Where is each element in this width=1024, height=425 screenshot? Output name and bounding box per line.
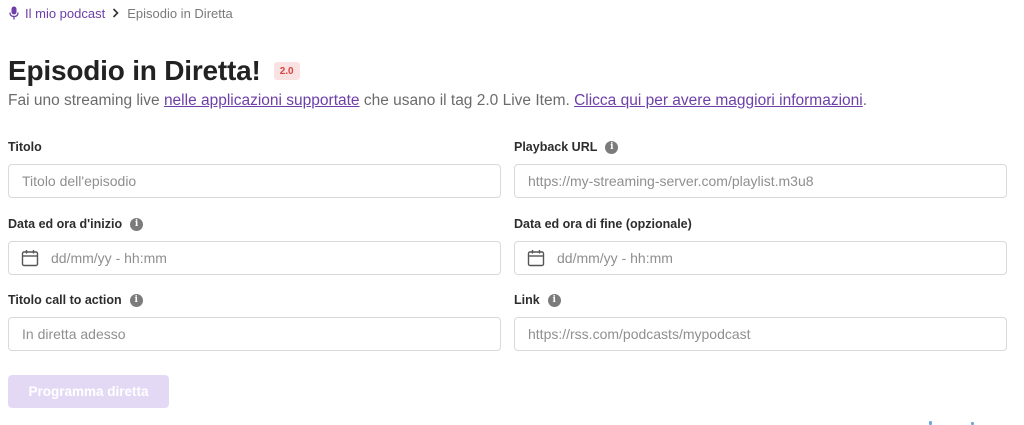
link-label: Link xyxy=(514,293,540,307)
supported-apps-link[interactable]: nelle applicazioni supportate xyxy=(164,92,360,109)
start-date-label: Data ed ora d'inizio xyxy=(8,217,123,231)
end-date-field: Data ed ora di fine (opzionale) dd/mm/yy… xyxy=(514,216,1007,275)
start-date-field: Data ed ora d'inizio i dd/mm/yy - hh:mm xyxy=(8,216,501,275)
subtitle-text-2: che usano il tag 2.0 Live Item. xyxy=(359,92,575,109)
playback-url-input[interactable]: https://my-streaming-server.com/playlist… xyxy=(514,164,1007,198)
info-icon[interactable]: i xyxy=(605,140,619,154)
page-subtitle: Fai uno streaming live nelle applicazion… xyxy=(8,92,867,110)
info-icon[interactable]: i xyxy=(547,293,561,307)
start-date-placeholder: dd/mm/yy - hh:mm xyxy=(51,250,167,266)
version-badge: 2.0 xyxy=(273,62,300,80)
subtitle-text-3: . xyxy=(862,92,868,109)
decorative-dots xyxy=(929,421,974,425)
title-input[interactable]: Titolo dell'episodio xyxy=(8,164,501,198)
title-field: Titolo Titolo dell'episodio xyxy=(8,139,501,198)
cta-title-label: Titolo call to action xyxy=(8,293,122,307)
calendar-icon xyxy=(527,249,545,267)
breadcrumb-current: Episodio in Diretta xyxy=(127,5,233,21)
more-info-link[interactable]: Clicca qui per avere maggiori informazio… xyxy=(574,92,863,109)
end-date-placeholder: dd/mm/yy - hh:mm xyxy=(557,250,673,266)
playback-url-field: Playback URL i https://my-streaming-serv… xyxy=(514,139,1007,198)
schedule-live-button[interactable]: Programma diretta xyxy=(8,375,169,408)
microphone-icon xyxy=(9,6,19,20)
cta-title-input[interactable]: In diretta adesso xyxy=(8,317,501,351)
page-title: Episodio in Diretta! xyxy=(8,55,261,86)
playback-url-placeholder: https://my-streaming-server.com/playlist… xyxy=(528,173,814,189)
end-date-input[interactable]: dd/mm/yy - hh:mm xyxy=(514,241,1007,275)
link-input[interactable]: https://rss.com/podcasts/mypodcast xyxy=(514,317,1007,351)
info-icon[interactable]: i xyxy=(129,293,143,307)
breadcrumb: Il mio podcast Episodio in Diretta xyxy=(9,5,233,21)
calendar-icon xyxy=(21,249,39,267)
cta-title-placeholder: In diretta adesso xyxy=(22,326,126,342)
end-date-label: Data ed ora di fine (opzionale) xyxy=(514,217,692,231)
title-placeholder: Titolo dell'episodio xyxy=(22,173,137,189)
cta-title-field: Titolo call to action i In diretta adess… xyxy=(8,292,501,351)
info-icon[interactable]: i xyxy=(130,217,144,231)
subtitle-text-1: Fai uno streaming live xyxy=(8,92,164,109)
breadcrumb-link-podcast[interactable]: Il mio podcast xyxy=(25,6,105,21)
start-date-input[interactable]: dd/mm/yy - hh:mm xyxy=(8,241,501,275)
link-field: Link i https://rss.com/podcasts/mypodcas… xyxy=(514,292,1007,351)
title-row: Episodio in Diretta! 2.0 xyxy=(8,55,300,87)
link-placeholder: https://rss.com/podcasts/mypodcast xyxy=(528,326,751,342)
playback-url-label: Playback URL xyxy=(514,140,598,154)
chevron-right-icon xyxy=(112,8,119,18)
title-label: Titolo xyxy=(8,140,42,154)
